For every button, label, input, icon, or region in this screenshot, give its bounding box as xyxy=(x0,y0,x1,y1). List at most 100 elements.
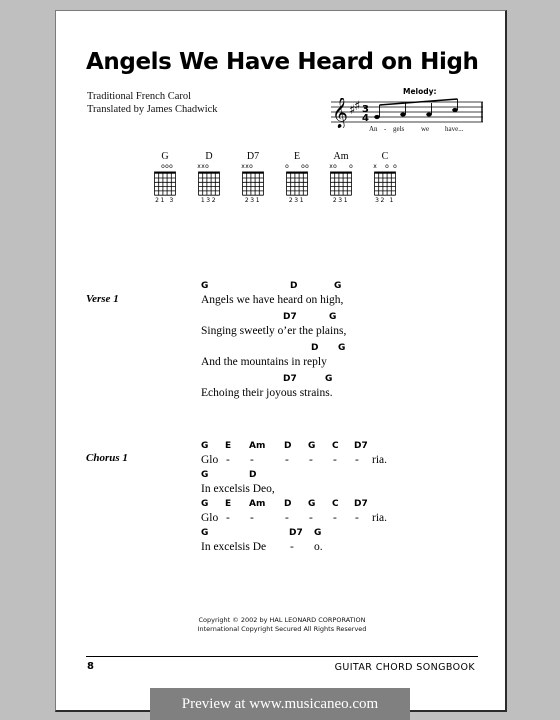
open-string-icon: o xyxy=(305,163,309,170)
chord-symbol: E xyxy=(225,499,232,509)
lyric-syllable: - xyxy=(226,512,230,524)
chord-line: G E Am D G C D7 xyxy=(201,441,461,454)
muted-string-icon: x xyxy=(373,163,377,170)
credit-line-composer: Traditional French Carol xyxy=(87,91,192,102)
lyric-text-line: In excelsis De - o. xyxy=(201,541,461,557)
chord-diagram-e: Eo o o 231 xyxy=(278,151,316,205)
melody-syllable: we xyxy=(421,125,430,133)
lyric-syllable: - xyxy=(355,454,359,466)
page-title: Angels We Have Heard on High xyxy=(86,49,479,75)
lyric-syllable: - xyxy=(250,454,254,466)
lyric-syllable: - xyxy=(285,512,289,524)
lyric-syllable: - xyxy=(333,454,337,466)
copyright-line-2: International Copyright Secured All Righ… xyxy=(197,625,367,633)
chord-symbol: D7 xyxy=(283,312,297,322)
copyright-line-1: Copyright © 2002 by HAL LEONARD CORPORAT… xyxy=(198,616,366,624)
chord-line: GDG xyxy=(201,281,461,294)
chord-line: DG xyxy=(201,343,461,356)
chord-symbol: G xyxy=(201,499,209,509)
lyric-syllable: Echoing their joyous strains. xyxy=(201,387,333,399)
chord-symbol: C xyxy=(332,499,339,509)
copyright-block: Copyright © 2002 by HAL LEONARD CORPORAT… xyxy=(56,616,505,634)
chord-diagram-name: E xyxy=(293,151,301,162)
chord-line: D7 G xyxy=(201,312,461,325)
open-string-icon: o xyxy=(333,163,337,170)
lyric-line: G D In excelsis Deo, xyxy=(201,470,461,499)
lyric-syllable: o. xyxy=(314,541,323,553)
chord-symbol: Am xyxy=(249,441,266,451)
melody-syllable: An xyxy=(369,125,378,133)
chord-fretboard-grid xyxy=(196,170,222,196)
chord-symbol: D7 xyxy=(283,374,297,384)
chord-diagram-name: D7 xyxy=(246,151,260,162)
chord-fingering-numbers: 32 1 xyxy=(375,197,395,204)
lyric-text-line: Glo - - - - - - ria. xyxy=(201,454,461,470)
chord-symbol: G xyxy=(314,528,322,538)
lyric-text-line: Echoing their joyous strains. xyxy=(201,387,461,403)
chord-symbol: G xyxy=(329,312,337,322)
chord-string-markers: xxo xyxy=(240,163,266,170)
lyric-syllable: - xyxy=(290,541,294,553)
open-string-icon: o xyxy=(349,163,353,170)
chord-diagram-row: Go o o 21 3 Dx x o 132 D7 x x o 231 Eo o o 231 Am x o o 231 Cx… xyxy=(146,151,406,209)
svg-text:♯: ♯ xyxy=(354,99,360,114)
chord-fretboard-grid xyxy=(152,170,178,196)
credit-line-translator: Translated by James Chadwick xyxy=(87,104,218,115)
chord-symbol: G xyxy=(325,374,333,384)
melody-syllable: gels xyxy=(393,125,405,133)
melody-label: Melody: xyxy=(403,87,437,96)
lyric-syllable: And the mountains in reply xyxy=(201,356,327,368)
lyric-line: D7 G Echoing their joyous strains. xyxy=(201,374,461,403)
chord-symbol: D xyxy=(284,441,292,451)
lyric-line: G D G Angels we have heard on high, xyxy=(201,281,461,310)
chord-line: GD xyxy=(201,470,461,483)
chord-fretboard-grid xyxy=(328,170,354,196)
section-label-verse-1: Verse 1 xyxy=(86,293,119,305)
lyric-syllable: - xyxy=(285,454,289,466)
chord-line: D7 G xyxy=(201,374,461,387)
chord-symbol: G xyxy=(201,528,209,538)
chord-diagram-g: Go o o 21 3 xyxy=(146,151,184,205)
lyric-text-line: Angels we have heard on high, xyxy=(201,294,461,310)
chord-diagram-d: Dx x o 132 xyxy=(190,151,228,205)
open-string-icon: o xyxy=(169,163,173,170)
lyric-syllable: In excelsis Deo, xyxy=(201,483,275,495)
chord-string-markers: ooo xyxy=(152,163,178,170)
chord-symbol: Am xyxy=(249,499,266,509)
chord-fingering-numbers: 132 xyxy=(200,197,218,204)
lyric-syllable: - xyxy=(355,512,359,524)
chord-fingering-numbers: 231 xyxy=(332,197,350,204)
svg-text:𝄞: 𝄞 xyxy=(332,98,348,128)
section-label-chorus-1: Chorus 1 xyxy=(86,452,128,464)
chord-symbol: D7 xyxy=(289,528,303,538)
chord-fretboard-grid xyxy=(372,170,398,196)
lyric-syllable: - xyxy=(309,512,313,524)
lyric-text-line: Singing sweetly o’er the plains, xyxy=(201,325,461,341)
chord-symbol: C xyxy=(332,441,339,451)
chord-symbol: D7 xyxy=(354,441,368,451)
lyric-syllable: Glo xyxy=(201,512,219,524)
lyric-text-line: And the mountains in reply xyxy=(201,356,461,372)
chord-symbol: G xyxy=(338,343,346,353)
chord-fretboard-grid xyxy=(284,170,310,196)
chord-line: G D7 G xyxy=(201,528,461,541)
chord-fingering-numbers: 21 3 xyxy=(155,197,175,204)
chord-diagram-c: Cx o o 32 1 xyxy=(366,151,404,205)
open-string-icon: o xyxy=(205,163,209,170)
chord-symbol: G xyxy=(201,441,209,451)
lyric-syllable: ria. xyxy=(372,454,388,466)
sheet-music-page: Angels We Have Heard on High Traditional… xyxy=(55,10,507,712)
chord-symbol: G xyxy=(308,441,316,451)
lyric-syllable: - xyxy=(333,512,337,524)
lyric-text-line: Glo - - - - - - ria. xyxy=(201,512,461,528)
lyric-syllable: - xyxy=(250,512,254,524)
chord-diagram-d7: D7 x x o 231 xyxy=(234,151,272,205)
melody-syllable: have... xyxy=(445,125,464,133)
lyric-text-line: In excelsis Deo, xyxy=(201,483,461,499)
preview-banner[interactable]: Preview at www.musicaneo.com xyxy=(150,688,410,720)
open-string-icon: o xyxy=(385,163,389,170)
credits-block: Traditional French Carol Translated by J… xyxy=(87,90,218,116)
chord-fingering-numbers: 231 xyxy=(244,197,262,204)
lyric-line: D7 G Singing sweetly o’er the plains, xyxy=(201,312,461,341)
chord-diagram-name: G xyxy=(161,151,169,162)
